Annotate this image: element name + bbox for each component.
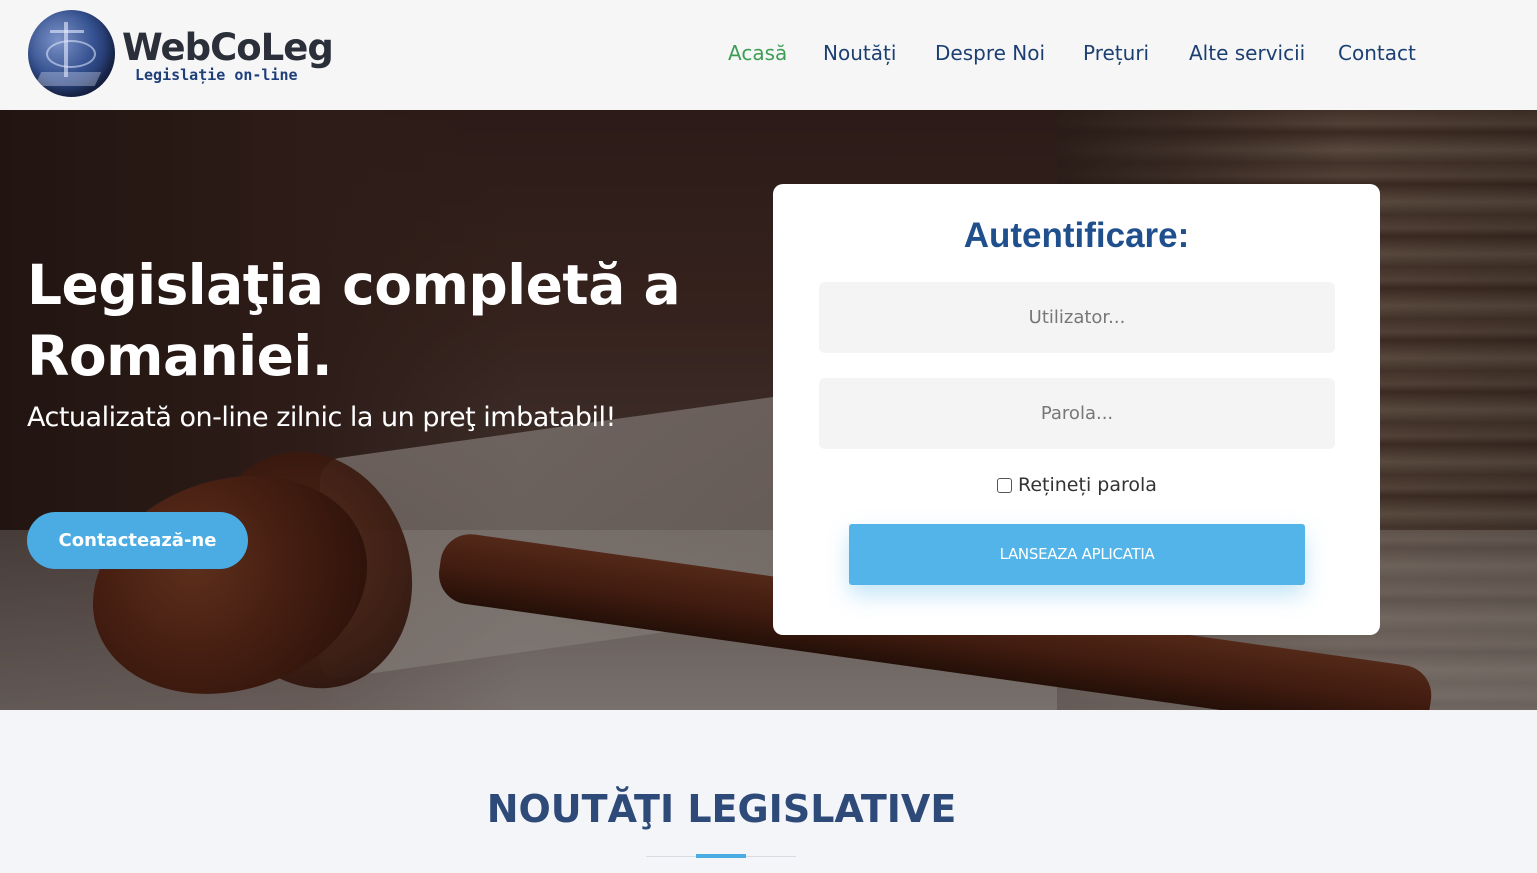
nav-item-noutati[interactable]: Noutăți [823,40,896,66]
password-input[interactable] [819,378,1335,449]
nav-item-preturi[interactable]: Prețuri [1083,40,1149,66]
logo-subtitle: Legislație on-line [135,66,298,84]
nav-item-acasa[interactable]: Acasă [728,40,787,66]
remember-label: Rețineți parola [1018,474,1157,496]
launch-app-button[interactable]: LANSEAZA APLICATIA [849,524,1305,585]
site-header: WebCoLeg Legislație on-line Acasă Noutăț… [0,0,1537,110]
nav-item-despre-noi[interactable]: Despre Noi [935,40,1045,66]
site-logo[interactable]: WebCoLeg Legislație on-line [28,10,334,98]
username-input[interactable] [819,282,1335,353]
login-title: Autentificare: [963,216,1190,255]
section-divider-accent [696,854,746,858]
remember-password[interactable]: Rețineți parola [997,472,1157,498]
hero-section: Legislaţia completă a Romaniei. Actualiz… [0,110,1537,710]
hero-subtitle: Actualizată on-line zilnic la un preţ im… [27,402,616,433]
logo-title: WebCoLeg [122,26,334,69]
contact-button[interactable]: Contactează-ne [27,512,248,569]
logo-globe-icon [28,10,115,97]
hero-title: Legislaţia completă a Romaniei. [27,253,681,388]
nav-item-alte-servicii[interactable]: Alte servicii [1189,40,1305,66]
section-title: NOUTĂŢI LEGISLATIVE [486,787,957,831]
nav-item-contact[interactable]: Contact [1338,40,1416,66]
remember-checkbox[interactable] [997,477,1012,493]
login-card: Autentificare: Rețineți parola LANSEAZA … [773,184,1380,635]
